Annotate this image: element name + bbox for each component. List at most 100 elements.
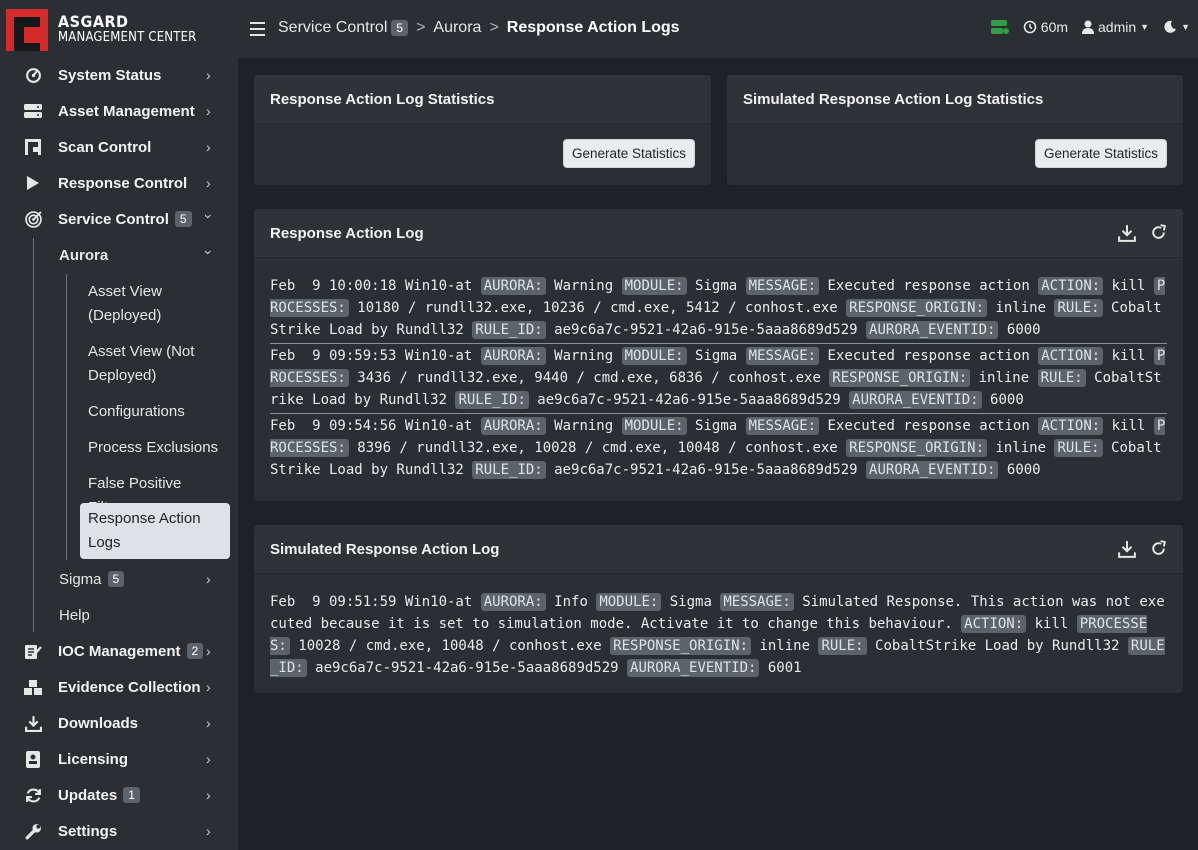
download-icon[interactable]: [1118, 224, 1136, 246]
sidebar-item-sigma[interactable]: Sigma 5 ›: [0, 561, 238, 597]
log-field-key: MODULE:: [621, 417, 687, 435]
response-action-log-card: Response Action Log Feb 9 10:00:18 Win10…: [254, 209, 1183, 501]
chevron-right-icon: ›: [206, 679, 211, 695]
sidebar-item-asset-view-not-deployed[interactable]: Asset View (Not Deployed): [88, 340, 224, 388]
sidebar-item-ioc-management[interactable]: IOC Management 2 ›: [0, 633, 238, 669]
sidebar-item-evidence-collection[interactable]: Evidence Collection ›: [0, 669, 238, 705]
refresh-icon: [24, 786, 42, 804]
timer-value: 60m: [1040, 19, 1069, 35]
sidebar-item-response-action-logs[interactable]: Response Action Logs: [80, 503, 230, 559]
sidebar-item-label: Downloads: [58, 714, 139, 732]
chevron-right-icon: ›: [206, 715, 211, 731]
log-field-key: AURORA:: [480, 593, 546, 611]
hamburger-menu-icon[interactable]: [250, 22, 265, 36]
sidebar-item-label: IOC Management: [58, 642, 181, 660]
log-field-value: inline: [987, 440, 1055, 456]
log-entry: Feb 9 09:54:56 Win10-at AURORA: Warning …: [270, 413, 1167, 483]
sidebar-item-service-control[interactable]: Service Control 5 ›: [0, 201, 238, 237]
breadcrumb: Service Control 5 > Aurora > Response Ac…: [278, 19, 680, 37]
log-field-value: 10028 / cmd.exe, 10048 / conhost.exe: [289, 638, 611, 654]
breadcrumb-service-control[interactable]: Service Control: [278, 19, 387, 37]
simulated-response-action-log-card: Simulated Response Action Log Feb 9 09:5…: [254, 525, 1183, 693]
log-field-key: MESSAGE:: [745, 347, 820, 365]
breadcrumb-separator: >: [489, 19, 499, 36]
sidebar-item-configurations[interactable]: Configurations: [88, 400, 224, 424]
sidebar-item-response-control[interactable]: Response Control ›: [0, 165, 238, 201]
gauge-icon: [24, 66, 42, 84]
generate-statistics-button[interactable]: Generate Statistics: [562, 139, 695, 168]
sidebar-item-aurora[interactable]: Aurora ›: [0, 237, 238, 273]
log-field-value: Feb 9 09:54:56 Win10-at: [270, 418, 481, 434]
log-field-key: AURORA:: [480, 277, 546, 295]
sidebar-item-licensing[interactable]: Licensing ›: [0, 741, 238, 777]
breadcrumb-aurora[interactable]: Aurora: [433, 19, 481, 37]
log-field-value: Sigma: [661, 594, 721, 610]
chevron-right-icon: ›: [206, 751, 211, 767]
log-entries: Feb 9 10:00:18 Win10-at AURORA: Warning …: [270, 274, 1167, 483]
chevron-right-icon: ›: [206, 643, 211, 659]
count-badge: 5: [107, 570, 125, 587]
sidebar-item-label: Service Control: [58, 210, 169, 228]
sidebar-item-label: Sigma: [59, 570, 102, 588]
tree-line: [66, 274, 67, 560]
brand[interactable]: ASGARD MANAGEMENT CENTER: [6, 8, 197, 52]
refresh-icon[interactable]: [1150, 540, 1167, 562]
log-field-value: inline: [751, 638, 819, 654]
log-field-key: AURORA_EVENTID:: [849, 391, 982, 409]
session-timer[interactable]: 60m: [1023, 19, 1068, 35]
count-badge: 5: [174, 210, 192, 227]
log-field-key: MESSAGE:: [745, 417, 820, 435]
log-field-value: Feb 9 09:51:59 Win10-at: [270, 594, 481, 610]
theme-toggle[interactable]: ▼: [1163, 20, 1190, 34]
scan-icon: [24, 138, 42, 156]
boxes-icon: [24, 678, 42, 696]
download-icon[interactable]: [1118, 540, 1136, 562]
sidebar-item-downloads[interactable]: Downloads ›: [0, 705, 238, 741]
sidebar-item-process-exclusions[interactable]: Process Exclusions: [88, 436, 224, 460]
chevron-right-icon: ›: [206, 787, 211, 803]
log-field-value: Warning: [545, 418, 622, 434]
log-field-value: Warning: [545, 348, 622, 364]
sidebar-item-scan-control[interactable]: Scan Control ›: [0, 129, 238, 165]
log-field-value: Executed response action: [819, 418, 1039, 434]
sidebar-item-settings[interactable]: Settings ›: [0, 813, 238, 849]
log-field-key: RULE:: [1037, 369, 1086, 387]
log-field-value: kill: [1103, 278, 1154, 294]
log-entry: Feb 9 10:00:18 Win10-at AURORA: Warning …: [270, 274, 1167, 343]
generate-statistics-button[interactable]: Generate Statistics: [1034, 139, 1167, 168]
sidebar-item-asset-view-deployed[interactable]: Asset View (Deployed): [88, 280, 224, 328]
log-field-key: RULE:: [1054, 299, 1103, 317]
log-field-key: RULE_ID:: [472, 321, 546, 339]
sidebar-item-label: Evidence Collection: [58, 678, 201, 696]
log-field-key: RULE:: [818, 637, 867, 655]
card-title: Response Action Log Statistics: [270, 91, 495, 108]
sidebar-item-updates[interactable]: Updates 1 ›: [0, 777, 238, 813]
log-field-key: RESPONSE_ORIGIN:: [846, 439, 988, 457]
log-field-value: kill: [1103, 418, 1154, 434]
log-field-value: Feb 9 09:59:53 Win10-at: [270, 348, 481, 364]
sidebar-item-system-status[interactable]: System Status ›: [0, 57, 238, 93]
timer-icon: [1023, 20, 1037, 34]
chevron-down-icon: ›: [201, 250, 217, 255]
server-status-icon[interactable]: [990, 20, 1009, 34]
sidebar-item-help[interactable]: Help: [0, 597, 238, 633]
log-field-key: RESPONSE_ORIGIN:: [829, 369, 971, 387]
log-field-value: inline: [970, 370, 1038, 386]
log-field-key: AURORA_EVENTID:: [627, 659, 760, 677]
chevron-right-icon: ›: [206, 571, 211, 587]
refresh-icon[interactable]: [1150, 224, 1167, 246]
log-field-value: Executed response action: [819, 348, 1039, 364]
license-icon: [24, 750, 42, 768]
sidebar-item-label: Settings: [58, 822, 118, 840]
sidebar-item-asset-management[interactable]: Asset Management ›: [0, 93, 238, 129]
download-icon: [24, 714, 42, 732]
radar-icon: [24, 210, 42, 228]
log-field-key: AURORA_EVENTID:: [866, 461, 999, 479]
log-field-value: 6000: [998, 322, 1041, 338]
log-field-key: AURORA_EVENTID:: [866, 321, 999, 339]
sidebar: ASGARD MANAGEMENT CENTER System Status ›…: [0, 0, 238, 850]
user-menu[interactable]: admin ▼: [1082, 19, 1149, 35]
log-field-key: MODULE:: [621, 277, 687, 295]
sidebar-item-label: Asset Management: [58, 102, 195, 120]
log-field-value: Sigma: [686, 348, 746, 364]
